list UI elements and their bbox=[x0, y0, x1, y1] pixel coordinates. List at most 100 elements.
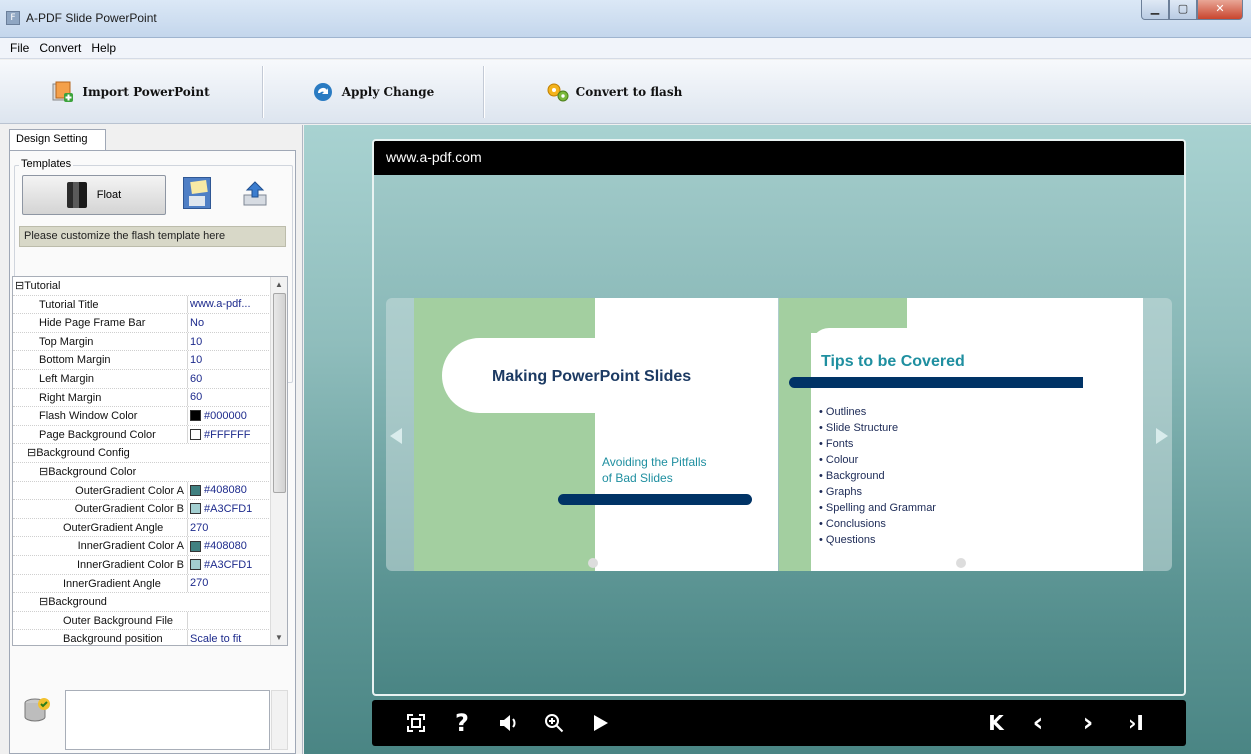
property-row[interactable]: OuterGradient Color A #408080 bbox=[13, 481, 287, 501]
bullet-text: Spelling and Grammar bbox=[825, 502, 936, 514]
flip-book: Making PowerPoint Slides Avoiding the Pi… bbox=[386, 298, 1172, 571]
slide2-underline-bar bbox=[789, 377, 1083, 388]
property-row[interactable]: ⊟Background Color bbox=[13, 462, 287, 482]
help-icon[interactable]: ? bbox=[448, 709, 476, 737]
property-name: Background position bbox=[13, 630, 188, 645]
title-bar: F A-PDF Slide PowerPoint ▁ ▢ ✕ bbox=[0, 0, 1251, 38]
property-name: Top Margin bbox=[13, 332, 188, 351]
property-row[interactable]: Left Margin 60 bbox=[13, 369, 287, 389]
import-powerpoint-button[interactable]: Import PowerPoint bbox=[0, 60, 262, 124]
slide2-bullet-item: • Fonts bbox=[819, 436, 936, 452]
property-row[interactable]: InnerGradient Color B #A3CFD1 bbox=[13, 555, 287, 575]
convert-to-flash-button[interactable]: Convert to flash bbox=[484, 60, 744, 124]
property-row[interactable]: Tutorial Title www.a-pdf... bbox=[13, 295, 287, 315]
window-controls: ▁ ▢ ✕ bbox=[1141, 0, 1243, 20]
import-powerpoint-label: Import PowerPoint bbox=[82, 85, 210, 99]
prev-page-arrow[interactable] bbox=[390, 428, 402, 444]
export-template-icon[interactable] bbox=[240, 179, 270, 209]
first-page-icon[interactable]: K bbox=[982, 709, 1010, 737]
property-row[interactable]: ⊟Background Config bbox=[13, 444, 287, 463]
property-name: Tutorial Title bbox=[13, 295, 188, 314]
slide2-green-side bbox=[779, 298, 811, 571]
slide1-underline-bar bbox=[558, 494, 752, 505]
main-toolbar: Import PowerPoint Apply Change Convert t… bbox=[0, 60, 1251, 124]
apply-change-button[interactable]: Apply Change bbox=[263, 60, 483, 124]
bullet-dot: • bbox=[819, 502, 826, 514]
slide2-bullet-item: • Colour bbox=[819, 452, 936, 468]
last-page-icon[interactable]: ›I bbox=[1122, 709, 1150, 737]
property-value-text: 10 bbox=[190, 335, 203, 348]
color-swatch bbox=[190, 540, 201, 552]
property-row[interactable]: OuterGradient Angle 270 bbox=[13, 518, 287, 538]
maximize-button[interactable]: ▢ bbox=[1169, 0, 1197, 20]
color-swatch bbox=[190, 410, 201, 422]
slide1-subtitle: Avoiding the Pitfalls of Bad Slides bbox=[602, 454, 707, 486]
minimize-button[interactable]: ▁ bbox=[1141, 0, 1169, 20]
gears-icon bbox=[546, 81, 569, 103]
property-name: Right Margin bbox=[13, 388, 188, 407]
menu-bar: File Convert Help bbox=[0, 38, 1251, 59]
property-category-label[interactable]: ⊟Background bbox=[13, 593, 107, 611]
property-value-text: #FFFFFF bbox=[204, 428, 251, 441]
description-box[interactable] bbox=[65, 690, 270, 750]
property-scrollbar[interactable]: ▲ ▼ bbox=[270, 277, 287, 645]
close-button[interactable]: ✕ bbox=[1197, 0, 1243, 20]
property-row[interactable]: Hide Page Frame Bar No bbox=[13, 314, 287, 333]
save-template-icon[interactable] bbox=[183, 177, 211, 209]
scrollbar-thumb[interactable] bbox=[273, 293, 286, 493]
property-row[interactable]: Top Margin 10 bbox=[13, 332, 287, 352]
bullet-text: Questions bbox=[825, 534, 876, 546]
next-page-icon[interactable]: › bbox=[1074, 709, 1102, 737]
property-value-text: 60 bbox=[190, 372, 203, 385]
property-row[interactable]: OuterGradient Color B #A3CFD1 bbox=[13, 500, 287, 519]
template-hint: Please customize the flash template here bbox=[19, 226, 286, 247]
template-float-button[interactable]: Float bbox=[22, 175, 166, 215]
previous-page-icon[interactable]: ‹ bbox=[1024, 709, 1052, 737]
menu-help[interactable]: Help bbox=[91, 41, 116, 55]
window-title: A-PDF Slide PowerPoint bbox=[26, 11, 157, 25]
property-value-text: #A3CFD1 bbox=[204, 502, 253, 515]
slide2-bullet-list: • Outlines • Slide Structure • Fonts • Colo… bbox=[819, 404, 936, 548]
property-row[interactable]: Right Margin 60 bbox=[13, 388, 287, 408]
page-corner-marker bbox=[956, 558, 966, 568]
tab-design-setting[interactable]: Design Setting bbox=[9, 129, 106, 150]
property-row[interactable]: Flash Window Color #000000 bbox=[13, 407, 287, 426]
page-left[interactable]: Making PowerPoint Slides Avoiding the Pi… bbox=[414, 298, 778, 571]
slide2-bullet-item: • Background bbox=[819, 468, 936, 484]
property-category-label[interactable]: ⊟Tutorial bbox=[13, 277, 61, 295]
property-row[interactable]: ⊟Background bbox=[13, 593, 287, 612]
bullet-text: Background bbox=[825, 470, 885, 482]
apply-change-label: Apply Change bbox=[341, 85, 435, 99]
property-value bbox=[130, 444, 287, 462]
slide2-bullet-item: • Spelling and Grammar bbox=[819, 500, 936, 516]
property-value-text: 60 bbox=[190, 391, 203, 404]
next-page-arrow[interactable] bbox=[1156, 428, 1168, 444]
menu-convert[interactable]: Convert bbox=[39, 41, 81, 55]
sound-icon[interactable] bbox=[494, 709, 522, 737]
property-name: InnerGradient Angle bbox=[13, 574, 188, 593]
property-row[interactable]: InnerGradient Angle 270 bbox=[13, 574, 287, 594]
color-swatch bbox=[190, 429, 201, 441]
property-row[interactable]: InnerGradient Color A #408080 bbox=[13, 537, 287, 556]
autoplay-icon[interactable] bbox=[586, 709, 614, 737]
slide1-title: Making PowerPoint Slides bbox=[492, 368, 692, 385]
property-category-label[interactable]: ⊟Background Color bbox=[13, 463, 136, 481]
property-row[interactable]: Background position Scale to fit bbox=[13, 630, 287, 645]
property-category-label[interactable]: ⊟Background Config bbox=[13, 444, 130, 462]
import-powerpoint-icon bbox=[52, 81, 74, 103]
menu-file[interactable]: File bbox=[10, 41, 29, 55]
page-right[interactable]: Tips to be Covered • Outlines • Slide Str… bbox=[779, 298, 1143, 571]
bullet-dot: • bbox=[819, 518, 826, 530]
property-row[interactable]: Page Background Color #FFFFFF bbox=[13, 425, 287, 445]
property-row[interactable]: ⊟Tutorial bbox=[13, 277, 287, 296]
property-row[interactable]: Bottom Margin 10 bbox=[13, 351, 287, 370]
app-icon: F bbox=[6, 11, 20, 25]
property-value-text: #408080 bbox=[204, 540, 247, 553]
bullet-text: Fonts bbox=[825, 438, 854, 450]
fit-screen-icon[interactable] bbox=[402, 709, 430, 737]
bullet-text: Graphs bbox=[825, 486, 862, 498]
bullet-text: Outlines bbox=[825, 406, 867, 418]
description-scrollbar[interactable] bbox=[271, 690, 288, 750]
property-row[interactable]: Outer Background File bbox=[13, 611, 287, 631]
zoom-in-icon[interactable] bbox=[540, 709, 568, 737]
